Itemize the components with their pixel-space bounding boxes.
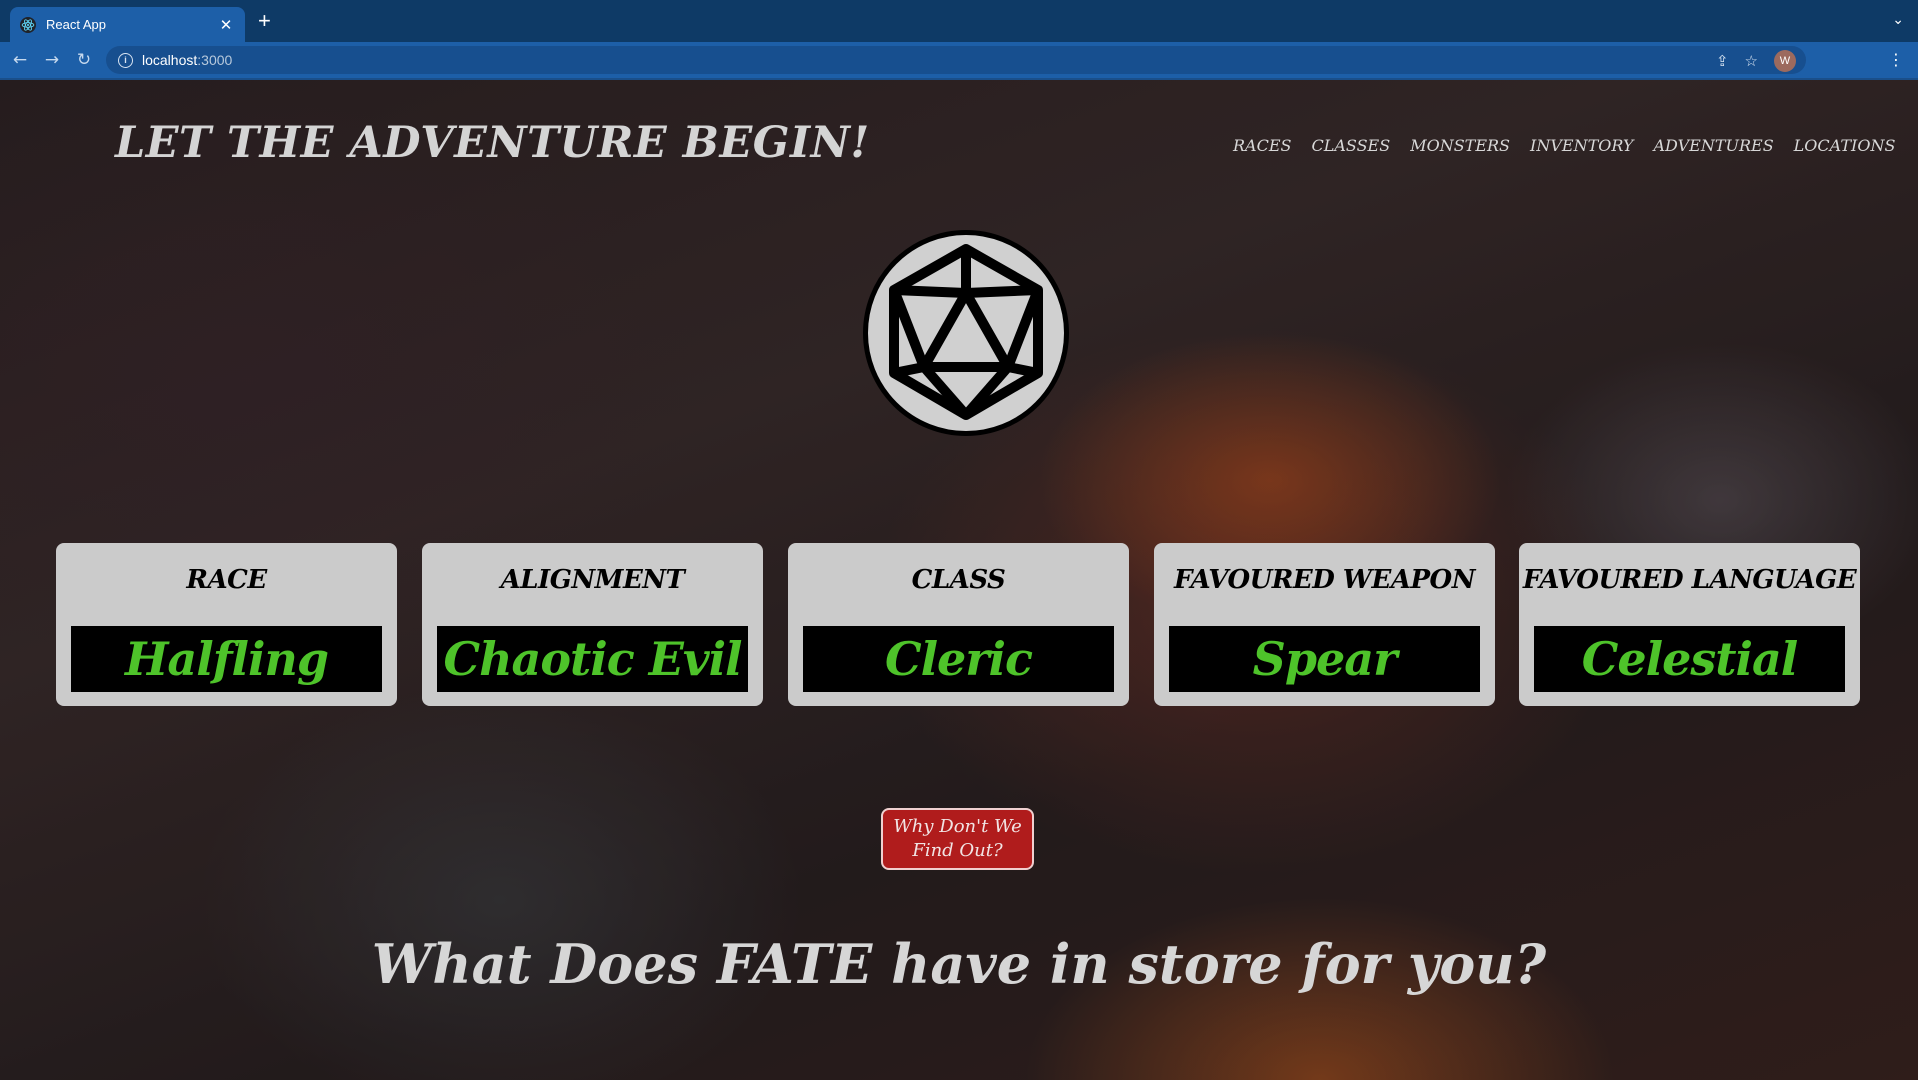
react-icon: [20, 16, 36, 33]
nav-link-locations[interactable]: LOCATIONS: [1794, 136, 1896, 155]
nav-link-adventures[interactable]: ADVENTURES: [1653, 136, 1773, 155]
card-value: Celestial: [1534, 626, 1845, 692]
card-label: RACE: [186, 565, 267, 595]
card-value: Spear: [1169, 626, 1480, 692]
card-favoured-language: FAVOURED LANGUAGE Celestial: [1519, 543, 1860, 706]
page-title: LET THE ADVENTURE BEGIN!: [115, 118, 870, 168]
close-tab-icon[interactable]: ✕: [217, 16, 235, 34]
card-label: CLASS: [911, 565, 1006, 595]
nav-link-races[interactable]: RACES: [1233, 136, 1291, 155]
browser-tab[interactable]: React App ✕: [10, 7, 245, 42]
browser-toolbar: ← → ↻ i localhost:3000 ⇪ ☆ W ⋮: [0, 42, 1918, 78]
url-port: :3000: [197, 52, 233, 68]
find-out-button-line2: Find Out?: [912, 840, 1003, 861]
back-icon[interactable]: ←: [4, 44, 36, 76]
profile-avatar[interactable]: W: [1774, 50, 1796, 72]
share-icon[interactable]: ⇪: [1716, 52, 1729, 70]
browser-menu-icon[interactable]: ⋮: [1888, 50, 1904, 69]
d20-dice-icon[interactable]: [863, 230, 1069, 436]
page-background: LET THE ADVENTURE BEGIN! RACES CLASSES M…: [0, 80, 1918, 1080]
main-nav: RACES CLASSES MONSTERS INVENTORY ADVENTU…: [1233, 136, 1895, 155]
site-info-icon[interactable]: i: [118, 52, 133, 68]
card-value: Cleric: [803, 626, 1114, 692]
card-class: CLASS Cleric: [788, 543, 1129, 706]
forward-icon[interactable]: →: [36, 44, 68, 76]
card-favoured-weapon: FAVOURED WEAPON Spear: [1154, 543, 1495, 706]
card-value: Chaotic Evil: [437, 626, 748, 692]
bookmark-star-icon[interactable]: ☆: [1745, 52, 1758, 70]
find-out-button-line1: Why Don't We: [893, 816, 1022, 837]
card-alignment: ALIGNMENT Chaotic Evil: [422, 543, 763, 706]
reload-icon[interactable]: ↻: [68, 44, 100, 76]
browser-tab-bar: React App ✕ + ⌄: [0, 0, 1918, 42]
find-out-button[interactable]: Why Don't We Find Out?: [881, 808, 1034, 870]
card-label: FAVOURED LANGUAGE: [1522, 565, 1857, 595]
tab-search-chevron-icon[interactable]: ⌄: [1892, 12, 1904, 28]
nav-link-inventory[interactable]: INVENTORY: [1530, 136, 1633, 155]
new-tab-icon[interactable]: +: [258, 10, 271, 32]
url-host: localhost: [142, 52, 198, 68]
card-label: ALIGNMENT: [500, 565, 685, 595]
card-value: Halfling: [71, 626, 382, 692]
fate-tagline: What Does FATE have in store for you?: [371, 932, 1547, 996]
card-race: RACE Halfling: [56, 543, 397, 706]
nav-link-classes[interactable]: CLASSES: [1311, 136, 1390, 155]
nav-link-monsters[interactable]: MONSTERS: [1410, 136, 1510, 155]
tab-title: React App: [46, 17, 106, 32]
card-label: FAVOURED WEAPON: [1174, 565, 1475, 595]
address-bar[interactable]: i localhost:3000 ⇪ ☆ W: [106, 46, 1806, 74]
